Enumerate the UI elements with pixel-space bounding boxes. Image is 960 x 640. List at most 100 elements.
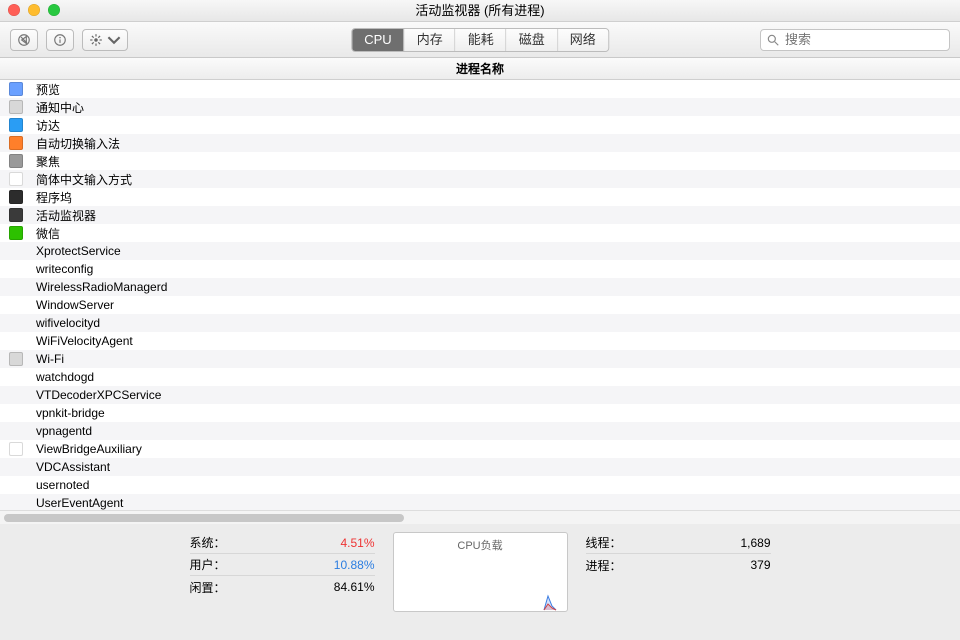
process-row[interactable]: UserEventAgent	[0, 494, 960, 510]
process-icon-cell	[0, 116, 32, 134]
search-icon	[766, 33, 780, 52]
user-label: 用户：	[190, 556, 226, 573]
app-icon	[9, 226, 23, 240]
tab-网络[interactable]: 网络	[558, 29, 608, 51]
stop-process-button[interactable]	[10, 29, 38, 51]
process-row[interactable]: VTDecoderXPCService	[0, 386, 960, 404]
process-row[interactable]: 预览	[0, 80, 960, 98]
process-name: VDCAssistant	[32, 458, 960, 476]
zoom-window-button[interactable]	[48, 4, 60, 16]
process-icon-cell	[0, 206, 32, 224]
info-icon	[53, 33, 67, 47]
process-row[interactable]: 活动监视器	[0, 206, 960, 224]
inspect-process-button[interactable]	[46, 29, 74, 51]
process-name: 通知中心	[32, 98, 960, 116]
process-row[interactable]: WirelessRadioManagerd	[0, 278, 960, 296]
tab-能耗[interactable]: 能耗	[456, 29, 507, 51]
idle-label: 闲置：	[190, 579, 226, 596]
process-icon-cell	[0, 350, 32, 368]
process-row[interactable]: 微信	[0, 224, 960, 242]
threads-value: 1,689	[740, 536, 770, 550]
process-list[interactable]: 预览通知中心访达自动切换输入法聚焦简体中文输入方式程序坞活动监视器微信Xprot…	[0, 80, 960, 510]
chevron-down-icon	[107, 33, 121, 47]
user-value: 10.88%	[334, 558, 375, 572]
process-name: vpnagentd	[32, 422, 960, 440]
process-row[interactable]: watchdogd	[0, 368, 960, 386]
stats-footer: 系统：4.51% 用户：10.88% 闲置：84.61% CPU负载 线程：1,…	[0, 524, 960, 640]
minimize-window-button[interactable]	[28, 4, 40, 16]
toolbar: CPU内存能耗磁盘网络	[0, 22, 960, 58]
process-name: wifivelocityd	[32, 314, 960, 332]
process-name: WirelessRadioManagerd	[32, 278, 960, 296]
process-row[interactable]: 聚焦	[0, 152, 960, 170]
tab-内存[interactable]: 内存	[405, 29, 456, 51]
process-name: 简体中文输入方式	[32, 170, 960, 188]
app-icon	[9, 100, 23, 114]
search-input[interactable]	[760, 29, 950, 51]
gear-icon	[89, 33, 103, 47]
process-row[interactable]: Wi-Fi	[0, 350, 960, 368]
process-row[interactable]: 访达	[0, 116, 960, 134]
process-row[interactable]: wifivelocityd	[0, 314, 960, 332]
title-bar: 活动监视器 (所有进程)	[0, 0, 960, 22]
process-icon-cell	[0, 80, 32, 98]
process-name: UserEventAgent	[32, 494, 960, 510]
process-row[interactable]: 简体中文输入方式	[0, 170, 960, 188]
app-icon	[9, 172, 23, 186]
column-header-process-name[interactable]: 进程名称	[0, 58, 960, 80]
cpu-load-graph: CPU负载	[393, 532, 568, 612]
process-icon-cell	[0, 332, 32, 350]
process-icon-cell	[0, 440, 32, 458]
process-name: vpnkit-bridge	[32, 404, 960, 422]
process-name: writeconfig	[32, 260, 960, 278]
process-row[interactable]: vpnkit-bridge	[0, 404, 960, 422]
app-icon	[9, 136, 23, 150]
process-row[interactable]: vpnagentd	[0, 422, 960, 440]
process-row[interactable]: 程序坞	[0, 188, 960, 206]
process-row[interactable]: WiFiVelocityAgent	[0, 332, 960, 350]
window-traffic-lights	[8, 4, 60, 16]
system-value: 4.51%	[340, 536, 374, 550]
process-row[interactable]: ViewBridgeAuxiliary	[0, 440, 960, 458]
resource-tabs: CPU内存能耗磁盘网络	[351, 28, 609, 52]
process-icon-cell	[0, 404, 32, 422]
process-icon-cell	[0, 278, 32, 296]
process-name: XprotectService	[32, 242, 960, 260]
process-name: WindowServer	[32, 296, 960, 314]
process-icon-cell	[0, 188, 32, 206]
horizontal-scrollbar[interactable]	[0, 510, 960, 524]
process-row[interactable]: writeconfig	[0, 260, 960, 278]
process-row[interactable]: usernoted	[0, 476, 960, 494]
process-name: WiFiVelocityAgent	[32, 332, 960, 350]
procs-value: 379	[750, 558, 770, 572]
app-icon	[9, 82, 23, 96]
process-name: 自动切换输入法	[32, 134, 960, 152]
process-icon-cell	[0, 386, 32, 404]
process-name: 活动监视器	[32, 206, 960, 224]
tab-磁盘[interactable]: 磁盘	[507, 29, 558, 51]
process-name: watchdogd	[32, 368, 960, 386]
process-row[interactable]: WindowServer	[0, 296, 960, 314]
scrollbar-thumb[interactable]	[4, 514, 404, 522]
close-window-button[interactable]	[8, 4, 20, 16]
view-options-button[interactable]	[82, 29, 128, 51]
process-icon-cell	[0, 242, 32, 260]
process-row[interactable]: 自动切换输入法	[0, 134, 960, 152]
process-icon-cell	[0, 422, 32, 440]
process-icon-cell	[0, 260, 32, 278]
tab-cpu[interactable]: CPU	[352, 29, 404, 51]
app-icon	[9, 190, 23, 204]
process-icon-cell	[0, 296, 32, 314]
process-row[interactable]: 通知中心	[0, 98, 960, 116]
process-name: usernoted	[32, 476, 960, 494]
process-icon-cell	[0, 170, 32, 188]
window-title: 活动监视器 (所有进程)	[415, 3, 544, 18]
process-row[interactable]: VDCAssistant	[0, 458, 960, 476]
process-name: 聚焦	[32, 152, 960, 170]
app-icon	[9, 118, 23, 132]
threads-label: 线程：	[586, 534, 622, 551]
process-row[interactable]: XprotectService	[0, 242, 960, 260]
process-icon-cell	[0, 98, 32, 116]
idle-value: 84.61%	[334, 580, 375, 594]
process-name: 访达	[32, 116, 960, 134]
